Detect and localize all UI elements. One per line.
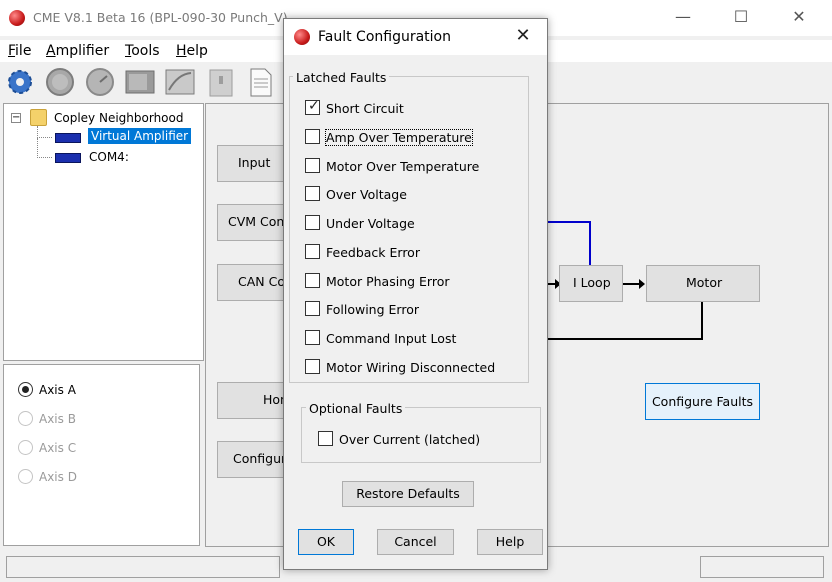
motor-phasing-error-checkbox[interactable] bbox=[305, 273, 320, 288]
motor-wiring-disconnected-checkbox[interactable] bbox=[305, 359, 320, 374]
gear-icon[interactable] bbox=[4, 66, 36, 98]
app-icon bbox=[9, 10, 25, 26]
axis-d-label: Axis D bbox=[39, 470, 77, 484]
menu-amplifier[interactable]: Amplifier bbox=[46, 43, 109, 59]
loop-to-motor-arrow-head bbox=[639, 279, 645, 289]
amp-over-temperature-label: Amp Over Temperature bbox=[325, 129, 473, 146]
dialog-title: Fault Configuration bbox=[318, 29, 451, 45]
over-current-label: Over Current (latched) bbox=[339, 432, 481, 447]
folder-icon bbox=[30, 109, 47, 126]
document-icon[interactable] bbox=[244, 66, 276, 98]
axis-b-radio[interactable] bbox=[18, 411, 33, 426]
axis-a-label: Axis A bbox=[39, 383, 76, 397]
i-loop-block-button[interactable]: I Loop bbox=[559, 265, 623, 302]
short-circuit-checkbox[interactable]: ✓ bbox=[305, 98, 320, 115]
neighborhood-tree: − Copley Neighborhood Virtual Amplifier … bbox=[3, 103, 204, 361]
feedback-line bbox=[548, 302, 703, 340]
motor-over-temperature-checkbox[interactable] bbox=[305, 158, 320, 173]
command-input-lost-checkbox[interactable] bbox=[305, 330, 320, 345]
feedback-error-checkbox[interactable] bbox=[305, 244, 320, 259]
motor-wiring-disconnected-label: Motor Wiring Disconnected bbox=[326, 360, 496, 375]
tree-collapse-toggle[interactable]: − bbox=[11, 113, 21, 123]
tree-item-virtual-amplifier[interactable]: Virtual Amplifier bbox=[88, 128, 192, 144]
app-title: CME V8.1 Beta 16 (BPL-090-30 Punch_V) bbox=[33, 10, 288, 25]
fault-configuration-dialog: Fault Configuration ✕ Latched Faults ✓ S… bbox=[283, 18, 548, 570]
tree-item-com4[interactable]: COM4: bbox=[89, 150, 129, 164]
motor-over-temperature-label: Motor Over Temperature bbox=[326, 159, 480, 174]
tree-root-label[interactable]: Copley Neighborhood bbox=[54, 111, 183, 125]
feedback-error-label: Feedback Error bbox=[326, 245, 420, 260]
axis-b-label: Axis B bbox=[39, 412, 76, 426]
menu-tools[interactable]: Tools bbox=[125, 43, 160, 59]
axis-d-radio[interactable] bbox=[18, 469, 33, 484]
following-error-checkbox[interactable] bbox=[305, 301, 320, 316]
amplifier-icon bbox=[55, 153, 81, 163]
over-voltage-label: Over Voltage bbox=[326, 187, 407, 202]
axis-c-radio[interactable] bbox=[18, 440, 33, 455]
chart-icon[interactable] bbox=[164, 66, 196, 98]
maximize-button[interactable]: ☐ bbox=[718, 0, 764, 34]
save-icon[interactable] bbox=[204, 66, 236, 98]
status-bar-left bbox=[6, 556, 280, 578]
ok-button[interactable]: OK bbox=[298, 529, 354, 555]
axis-c-label: Axis C bbox=[39, 441, 77, 455]
axis-selector: Axis A Axis B Axis C Axis D bbox=[3, 364, 200, 546]
dialog-close-button[interactable]: ✕ bbox=[512, 25, 534, 47]
over-voltage-checkbox[interactable] bbox=[305, 186, 320, 201]
latched-faults-legend: Latched Faults bbox=[293, 70, 390, 85]
app-icon bbox=[294, 29, 310, 45]
under-voltage-checkbox[interactable] bbox=[305, 215, 320, 230]
gauge-icon[interactable] bbox=[84, 66, 116, 98]
scope-icon[interactable] bbox=[124, 66, 156, 98]
under-voltage-label: Under Voltage bbox=[326, 216, 415, 231]
cancel-button[interactable]: Cancel bbox=[377, 529, 454, 555]
tree-connector bbox=[37, 138, 52, 158]
over-current-checkbox[interactable] bbox=[318, 431, 333, 446]
dialog-title-bar: Fault Configuration ✕ bbox=[284, 19, 547, 55]
optional-faults-legend: Optional Faults bbox=[306, 401, 406, 416]
menu-file[interactable]: File bbox=[8, 43, 31, 59]
axis-a-radio[interactable] bbox=[18, 382, 33, 397]
status-bar-right bbox=[700, 556, 824, 578]
motor-phasing-error-label: Motor Phasing Error bbox=[326, 274, 450, 289]
motor-block-button[interactable]: Motor bbox=[646, 265, 760, 302]
amp-over-temperature-checkbox[interactable] bbox=[305, 129, 320, 144]
short-circuit-label: Short Circuit bbox=[326, 101, 404, 116]
amplifier-icon bbox=[55, 133, 81, 143]
help-button[interactable]: Help bbox=[477, 529, 543, 555]
command-input-lost-label: Command Input Lost bbox=[326, 331, 457, 346]
close-button[interactable]: ✕ bbox=[776, 0, 822, 34]
restore-defaults-button[interactable]: Restore Defaults bbox=[342, 481, 474, 507]
velocity-loop-line bbox=[548, 221, 591, 265]
configure-faults-button[interactable]: Configure Faults bbox=[645, 383, 760, 420]
menu-help[interactable]: Help bbox=[176, 43, 208, 59]
dial-icon[interactable] bbox=[44, 66, 76, 98]
minimize-button[interactable]: — bbox=[660, 0, 706, 34]
following-error-label: Following Error bbox=[326, 302, 419, 317]
tree-connector bbox=[37, 126, 52, 138]
